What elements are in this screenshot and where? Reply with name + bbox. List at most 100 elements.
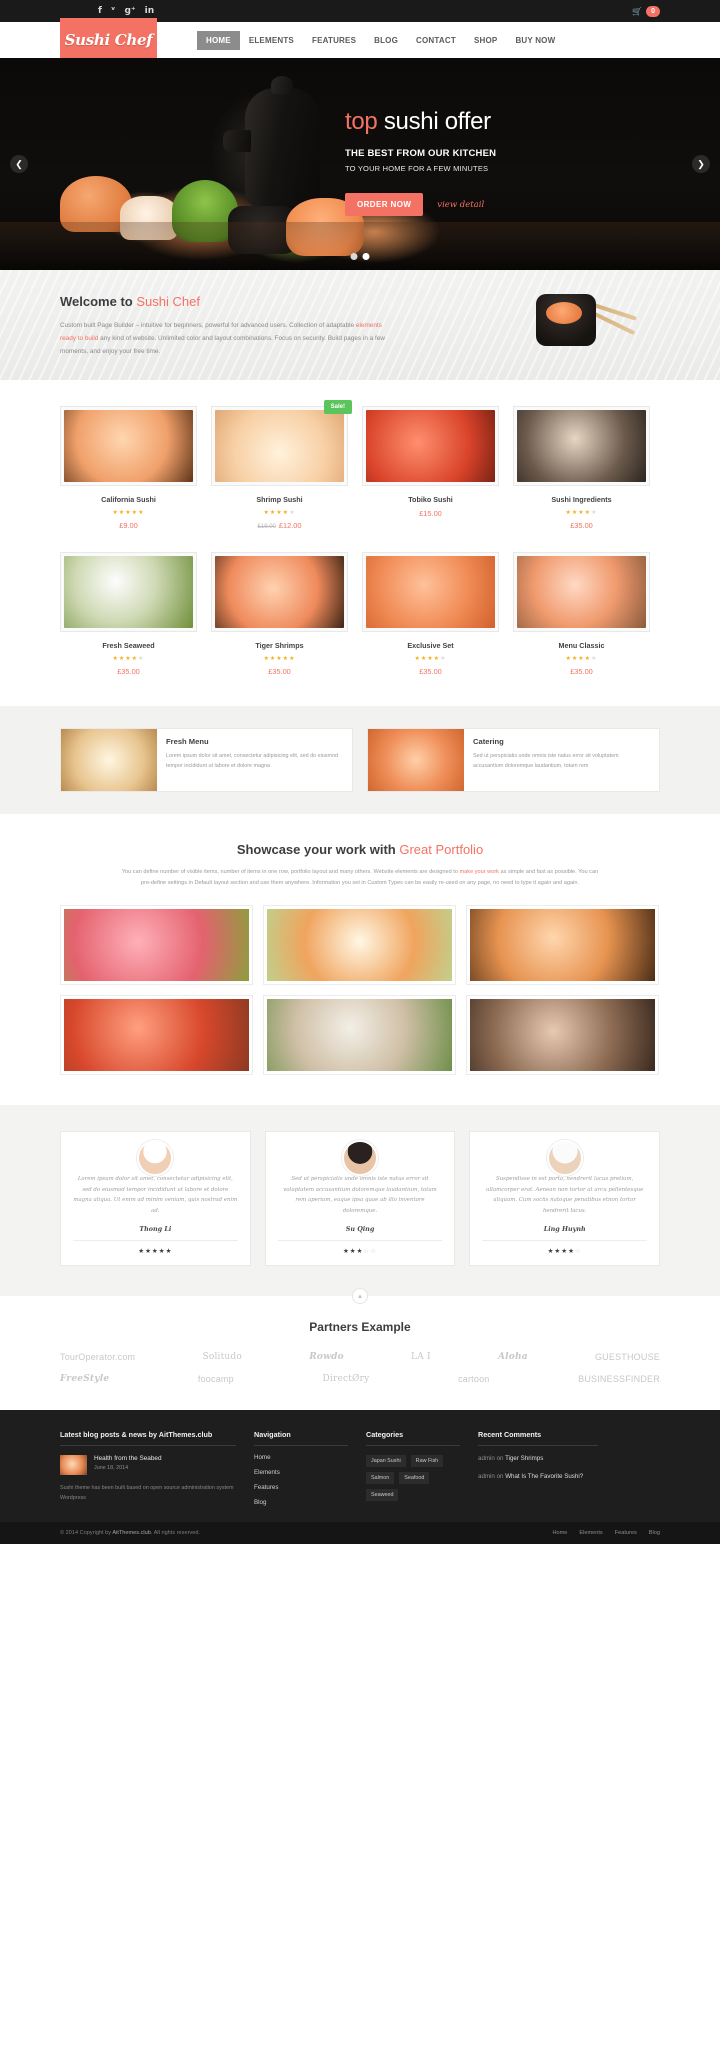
partner-logo[interactable]: cartoon — [458, 1374, 489, 1384]
portfolio-item[interactable] — [60, 995, 253, 1076]
product-thumbnail[interactable] — [211, 552, 348, 633]
product-image — [64, 410, 193, 483]
divider — [277, 1240, 443, 1242]
partner-logo[interactable]: Solitudo — [202, 1352, 242, 1362]
product-thumbnail[interactable] — [211, 406, 348, 487]
footer-comment: admin on What Is The Favorite Sushi? — [478, 1472, 598, 1482]
scroll-top-icon[interactable]: ▴ — [352, 1288, 368, 1305]
logo-text: Sushi Chef — [64, 31, 153, 49]
footer-tag[interactable]: Seafood — [399, 1472, 430, 1485]
footer-tag[interactable]: Raw Fish — [410, 1455, 444, 1468]
facebook-icon[interactable]: f — [98, 6, 102, 16]
site-header: Sushi Chef HOME ELEMENTS FEATURES BLOG C… — [0, 18, 720, 62]
hero-slider: top sushi offer THE BEST FROM OUR KITCHE… — [0, 58, 720, 270]
footer-tag[interactable]: Salmon — [366, 1472, 395, 1485]
bottom-nav-features[interactable]: Features — [615, 1530, 637, 1536]
product-name[interactable]: Fresh Seaweed — [60, 641, 197, 650]
partner-logo[interactable]: foocamp — [198, 1374, 234, 1384]
product-name[interactable]: Menu Classic — [513, 641, 650, 650]
products-row-1: California Sushi ★★★★★ £9.00 Sale! Shrim… — [60, 400, 660, 530]
partner-logo[interactable]: GUESTHOUSE — [595, 1352, 660, 1362]
partner-logo[interactable]: Aloha — [498, 1352, 528, 1362]
welcome-illustration — [470, 288, 640, 350]
footer-nav-blog[interactable]: Blog — [254, 1499, 348, 1506]
googleplus-icon[interactable]: g⁺ — [124, 6, 135, 16]
product-name[interactable]: Shrimp Sushi — [211, 495, 348, 504]
footer-heading: Categories — [366, 1430, 460, 1447]
bottom-nav-elements[interactable]: Elements — [579, 1530, 602, 1536]
divider — [482, 1240, 648, 1242]
copyright: © 2014 Copyright by AitThemes.club. All … — [60, 1530, 200, 1536]
view-detail-link[interactable]: view detail — [437, 200, 484, 210]
product-thumbnail[interactable] — [60, 406, 197, 487]
hero-next-arrow-icon[interactable]: ❯ — [692, 155, 710, 173]
partner-logo[interactable]: LA I — [411, 1352, 431, 1362]
product-thumbnail[interactable] — [60, 552, 197, 633]
linkedin-icon[interactable]: in — [145, 6, 155, 16]
footer-comment-link[interactable]: Tiger Shrimps — [505, 1455, 543, 1462]
footer-post-title[interactable]: Health from the Seabed — [94, 1455, 162, 1462]
partner-logo[interactable]: Rowdo — [309, 1352, 344, 1362]
footer-comment-link[interactable]: What Is The Favorite Sushi? — [505, 1473, 583, 1480]
partner-logo[interactable]: TourOperator.com — [60, 1352, 135, 1362]
product-name[interactable]: Tobiko Sushi — [362, 495, 499, 504]
product-name[interactable]: Tiger Shrimps — [211, 641, 348, 650]
portfolio-item[interactable] — [60, 905, 253, 986]
nav-item-blog[interactable]: BLOG — [365, 31, 407, 50]
order-now-button[interactable]: ORDER NOW — [345, 193, 424, 216]
bottom-nav-blog[interactable]: Blog — [649, 1530, 660, 1536]
hero-prev-arrow-icon[interactable]: ❮ — [10, 155, 28, 173]
footer-nav-features[interactable]: Features — [254, 1484, 348, 1491]
footer-nav-home[interactable]: Home — [254, 1454, 348, 1461]
footer-column-navigation: Navigation Home Elements Features Blog — [254, 1430, 348, 1506]
cart-widget[interactable]: 🛒 0 — [632, 5, 660, 17]
footer-nav-elements[interactable]: Elements — [254, 1469, 348, 1476]
nav-item-home[interactable]: HOME — [197, 30, 240, 50]
portfolio-item[interactable] — [466, 905, 659, 986]
footer-post[interactable]: Health from the Seabed June 18, 2014 — [60, 1455, 236, 1476]
bottom-nav-home[interactable]: Home — [552, 1530, 567, 1536]
product-thumbnail[interactable] — [362, 406, 499, 487]
product-name[interactable]: Exclusive Set — [362, 641, 499, 650]
product-price: £35.00 — [117, 667, 140, 677]
portfolio-item[interactable] — [263, 995, 456, 1076]
cart-icon: 🛒 — [632, 6, 643, 16]
partners-section: ▴ Partners Example TourOperator.com Soli… — [0, 1288, 720, 1411]
portfolio-item[interactable] — [263, 905, 456, 986]
footer-tag[interactable]: Seaweed — [366, 1489, 399, 1502]
product-thumbnail[interactable] — [513, 552, 650, 633]
partner-logo[interactable]: FreeStyle — [60, 1374, 109, 1384]
nav-item-buy-now[interactable]: BUY NOW — [506, 31, 564, 50]
testimonial-rating-stars: ★★★★☆ — [547, 1248, 582, 1256]
product-card: Tiger Shrimps ★★★★★ £35.00 — [211, 552, 348, 676]
partner-logo[interactable]: DirectØry — [322, 1374, 369, 1384]
twitter-icon[interactable]: ᵛ — [111, 6, 116, 16]
feature-image — [61, 729, 157, 792]
product-name[interactable]: Sushi Ingredients — [513, 495, 650, 504]
feature-box[interactable]: Fresh Menu Lorem ipsum dolor sit amet, c… — [60, 728, 353, 793]
portfolio-inline-link[interactable]: make your work — [460, 869, 499, 875]
nav-item-elements[interactable]: ELEMENTS — [240, 31, 303, 50]
product-thumbnail[interactable] — [513, 406, 650, 487]
logo[interactable]: Sushi Chef — [60, 18, 157, 62]
product-name[interactable]: California Sushi — [60, 495, 197, 504]
portfolio-title-accent: Great Portfolio — [399, 842, 484, 858]
avatar — [137, 1140, 174, 1177]
product-thumbnail[interactable] — [362, 552, 499, 633]
product-image — [366, 410, 495, 483]
hero-dot-2[interactable] — [362, 253, 370, 260]
hero-dot-1[interactable] — [350, 253, 358, 260]
product-rating-stars: ★★★★★ — [414, 656, 447, 663]
partner-logo[interactable]: BUSINESSFINDER — [578, 1374, 660, 1384]
feature-text: Sed ut perspiciatis unde omnis iste natu… — [473, 753, 619, 770]
product-card: Sushi Ingredients ★★★★★ £35.00 — [513, 406, 650, 530]
product-rating-stars: ★★★★★ — [263, 510, 296, 517]
copyright-link[interactable]: AitThemes.club — [112, 1530, 151, 1536]
portfolio-item[interactable] — [466, 995, 659, 1076]
feature-box[interactable]: Catering Sed ut perspiciatis unde omnis … — [367, 728, 660, 793]
nav-item-contact[interactable]: CONTACT — [407, 31, 465, 50]
nav-item-shop[interactable]: SHOP — [465, 31, 506, 50]
footer-heading: Recent Comments — [478, 1430, 598, 1447]
nav-item-features[interactable]: FEATURES — [303, 31, 365, 50]
footer-tag[interactable]: Japan Sushi — [366, 1455, 406, 1468]
